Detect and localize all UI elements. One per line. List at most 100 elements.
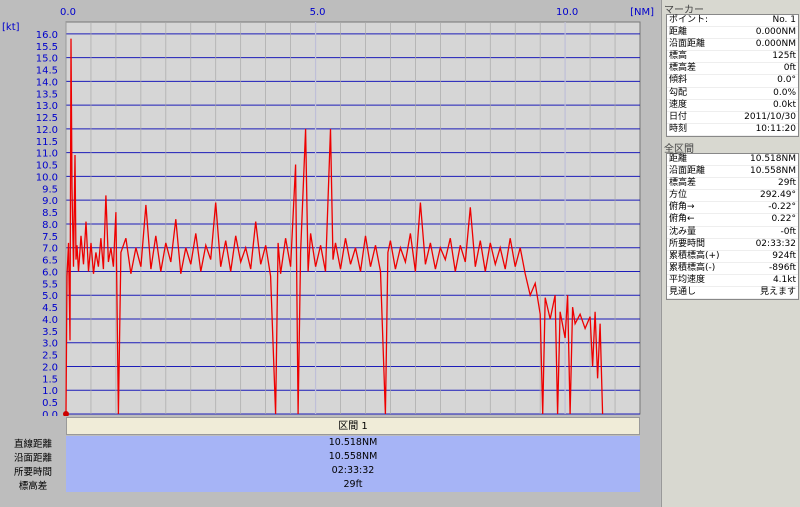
info-row: 勾配 0.0% — [667, 88, 798, 100]
info-value: 0.000NM — [755, 27, 796, 38]
y-tick-label: 15.0 — [36, 54, 58, 65]
info-row: 俯角→ -0.22° — [667, 202, 798, 215]
info-value: No. 1 — [772, 15, 796, 25]
info-key: 方位 — [669, 190, 688, 201]
y-tick-label: 12.0 — [36, 125, 58, 136]
info-row: 方位 292.49° — [667, 190, 798, 203]
chart-pane: 0.0 0.5 1.0 1.5 2.0 2.5 3.0 3.5 4.0 4.5 5.0 5.5 6.0 6… — [0, 0, 660, 507]
x-unit-label: [NM] — [630, 7, 654, 18]
info-pane: マーカー ポイント: No. 1 距離 0.000NM 沿面距離 0.000NM 標高 125… — [661, 0, 800, 507]
info-value: 924ft — [772, 250, 796, 261]
y-tick-label: 8.0 — [42, 220, 58, 231]
y-tick-label: 13.5 — [36, 89, 58, 100]
info-key: 沈み量 — [669, 226, 697, 237]
summary-label: 所要時間 — [13, 467, 52, 478]
info-value: 0.000NM — [755, 39, 796, 50]
info-key: 速度 — [669, 99, 688, 110]
info-row: 時刻 10:11:20 — [667, 124, 798, 136]
speed-distance-chart[interactable]: 0.00.51.01.52.02.53.03.54.04.55.05.56.06… — [0, 0, 660, 416]
section-header[interactable]: 区間 1 — [66, 417, 640, 435]
info-row: 沈み量 -0ft — [667, 227, 798, 239]
info-key: 俯角→ — [669, 202, 695, 213]
info-row: 日付 2011/10/30 — [667, 112, 798, 124]
y-tick-label: 1.5 — [42, 374, 58, 385]
info-row: 平均速度 4.1kt — [667, 274, 798, 288]
marker-panel: ポイント: No. 1 距離 0.000NM 沿面距離 0.000NM 標高 125ft 標高差… — [666, 14, 799, 137]
y-tick-label: 2.5 — [42, 351, 58, 362]
info-value: 0.0% — [773, 87, 796, 98]
y-unit-label: [kt] — [2, 22, 20, 33]
summary-label: 沿面距離 — [13, 453, 52, 464]
y-tick-label: 4.5 — [42, 303, 58, 314]
x-tick-label: 0.0 — [60, 7, 76, 18]
info-row: 累積標高(+) 924ft — [667, 251, 798, 263]
info-value: 10.558NM — [750, 166, 796, 177]
section-panel: 距離 10.518NM 沿面距離 10.558NM 標高差 29ft 方位 292.49° 俯角… — [666, 153, 799, 301]
info-key: 標高 — [669, 51, 688, 62]
x-tick-label: 5.0 — [310, 7, 326, 18]
info-key: 見通し — [669, 287, 697, 298]
y-tick-label: 10.0 — [36, 172, 58, 183]
summary-value: 02:33:32 — [66, 464, 640, 478]
y-tick-label: 6.0 — [42, 267, 58, 278]
y-tick-label: 11.0 — [36, 149, 58, 160]
y-tick-label: 4.0 — [42, 315, 58, 326]
summary-value: 10.558NM — [66, 450, 640, 464]
info-value: 見えます — [759, 287, 796, 298]
info-row: 標高 125ft — [667, 51, 798, 64]
y-tick-label: 10.5 — [36, 161, 58, 172]
y-tick-label: 5.0 — [42, 291, 58, 302]
y-tick-label: 6.5 — [42, 256, 58, 267]
y-tick-label: 13.0 — [36, 101, 58, 112]
info-row: 距離 0.000NM — [667, 27, 798, 40]
info-value: 0.0kt — [772, 99, 796, 110]
info-row: 標高差 0ft — [667, 63, 798, 76]
info-value: 292.49° — [760, 190, 796, 201]
info-key: 所要時間 — [669, 238, 706, 249]
y-tick-label: 9.0 — [42, 196, 58, 207]
info-key: 勾配 — [669, 87, 688, 98]
summary-row-duration: 所要時間 02:33:32 — [0, 464, 660, 478]
summary-value: 10.518NM — [66, 436, 640, 450]
info-row: 速度 0.0kt — [667, 100, 798, 112]
info-value: 4.1kt — [772, 274, 796, 285]
info-key: 累積標高(+) — [669, 250, 720, 261]
info-row: 傾斜 0.0° — [667, 75, 798, 88]
info-row: 所要時間 02:33:32 — [667, 239, 798, 251]
y-tick-label: 8.5 — [42, 208, 58, 219]
summary-value: 29ft — [66, 478, 640, 492]
info-row: 見通し 見えます — [667, 287, 798, 300]
info-value: 10.518NM — [750, 154, 796, 164]
info-key: 標高差 — [669, 63, 697, 74]
info-value: 29ft — [778, 178, 796, 189]
info-value: 10:11:20 — [755, 123, 796, 134]
info-key: 沿面距離 — [669, 166, 706, 177]
y-tick-label: 14.5 — [36, 66, 58, 77]
info-row: 累積標高(-) -896ft — [667, 263, 798, 275]
info-key: 時刻 — [669, 123, 688, 134]
y-tick-label: 15.5 — [36, 42, 58, 53]
info-key: 距離 — [669, 27, 688, 38]
y-tick-label: 2.0 — [42, 362, 58, 373]
info-key: 俯角← — [669, 214, 695, 225]
y-tick-label: 5.5 — [42, 279, 58, 290]
info-key: ポイント: — [669, 15, 709, 25]
info-key: 沿面距離 — [669, 39, 706, 50]
y-tick-label: 0.5 — [42, 398, 58, 409]
summary-row-surface-distance: 沿面距離 10.558NM — [0, 450, 660, 464]
y-tick-label: 3.0 — [42, 339, 58, 350]
info-row: 距離 10.518NM — [667, 154, 798, 167]
y-tick-label: 9.5 — [42, 184, 58, 195]
info-value: 02:33:32 — [755, 238, 796, 249]
summary-row-elevation-diff: 標高差 29ft — [0, 478, 660, 492]
info-row: ポイント: No. 1 — [667, 15, 798, 28]
summary-label: 直線距離 — [13, 439, 52, 450]
info-row: 俯角← 0.22° — [667, 214, 798, 227]
info-key: 日付 — [669, 111, 688, 122]
plot-area — [65, 21, 641, 415]
y-tick-label: 0.0 — [42, 410, 58, 416]
y-tick-label: 7.0 — [42, 244, 58, 255]
info-value: -0.22° — [768, 202, 796, 213]
info-key: 傾斜 — [669, 75, 688, 86]
info-value: 0.0° — [777, 75, 796, 86]
